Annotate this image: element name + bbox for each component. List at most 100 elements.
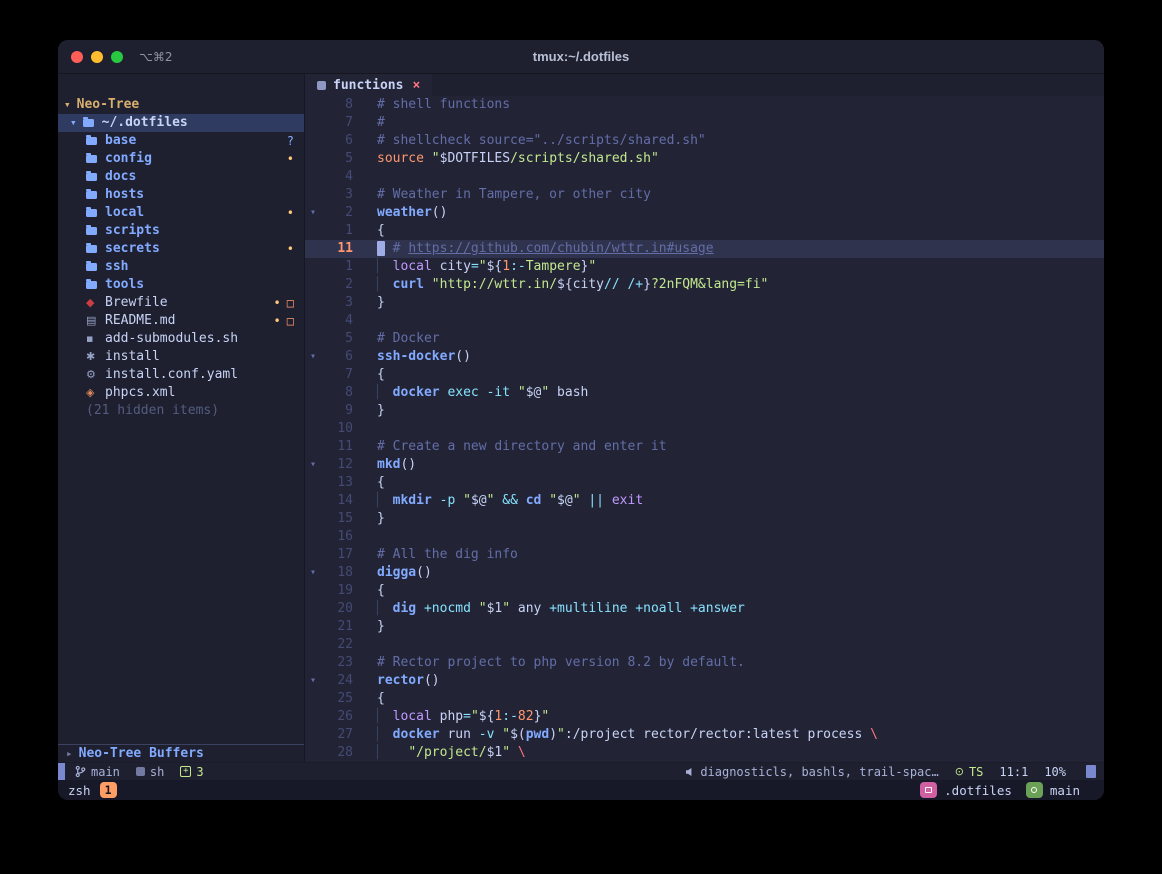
treesitter-label: TS bbox=[969, 765, 983, 779]
tree-item[interactable]: ◈phpcs.xml bbox=[58, 384, 304, 402]
code-line[interactable]: 19{ bbox=[305, 582, 1104, 600]
code-line[interactable]: 3} bbox=[305, 294, 1104, 312]
code-line[interactable]: 15} bbox=[305, 510, 1104, 528]
tree-item[interactable]: scripts bbox=[58, 222, 304, 240]
tree-item[interactable]: ◆Brewfile•□ bbox=[58, 294, 304, 312]
fold-column bbox=[305, 240, 321, 258]
code-text: { bbox=[353, 582, 385, 600]
code-text: # Weather in Tampere, or other city bbox=[353, 186, 651, 204]
line-number: 28 bbox=[321, 744, 353, 762]
tree-item[interactable]: config• bbox=[58, 150, 304, 168]
tree-item[interactable]: base? bbox=[58, 132, 304, 150]
code-text: ▏ curl "http://wttr.in/${city// /+}?2nFQ… bbox=[353, 276, 768, 294]
code-line[interactable]: 14▏ mkdir -p "$@" && cd "$@" || exit bbox=[305, 492, 1104, 510]
tree-item-label: README.md bbox=[105, 312, 175, 330]
tree-item[interactable]: local• bbox=[58, 204, 304, 222]
code-line[interactable]: 13{ bbox=[305, 474, 1104, 492]
fold-arrow-icon[interactable]: ▾ bbox=[305, 672, 321, 690]
fold-column bbox=[305, 690, 321, 708]
brewfile-icon: ◆ bbox=[86, 294, 102, 312]
tabline: functions × bbox=[305, 74, 1104, 96]
tmux-window-index-badge[interactable]: 1 bbox=[100, 782, 117, 798]
tree-item[interactable]: hosts bbox=[58, 186, 304, 204]
fold-arrow-icon[interactable]: ▾ bbox=[305, 564, 321, 582]
code-line[interactable]: 27▏ docker run -v "$(pwd)":/project rect… bbox=[305, 726, 1104, 744]
tree-item[interactable]: tools bbox=[58, 276, 304, 294]
code-line[interactable]: 2▏ curl "http://wttr.in/${city// /+}?2nF… bbox=[305, 276, 1104, 294]
tree-item[interactable]: docs bbox=[58, 168, 304, 186]
code-line[interactable]: 20▏ dig +nocmd "$1" any +multiline +noal… bbox=[305, 600, 1104, 618]
folder-icon bbox=[86, 263, 102, 271]
tree-item-label: ssh bbox=[105, 258, 128, 276]
neotree-header[interactable]: ▾ Neo-Tree bbox=[58, 96, 304, 114]
window-title: tmux:~/.dotfiles bbox=[58, 49, 1104, 64]
open-folder-icon bbox=[83, 119, 99, 127]
code-line[interactable]: ▾6ssh-docker() bbox=[305, 348, 1104, 366]
fold-arrow-icon[interactable]: ▾ bbox=[305, 456, 321, 474]
code-line[interactable]: 17# All the dig info bbox=[305, 546, 1104, 564]
code-line[interactable]: 1{ bbox=[305, 222, 1104, 240]
code-line[interactable]: ▾2weather() bbox=[305, 204, 1104, 222]
code-text: # Rector project to php version 8.2 by d… bbox=[353, 654, 745, 672]
folder-icon bbox=[86, 173, 102, 181]
code-line[interactable]: 3# Weather in Tampere, or other city bbox=[305, 186, 1104, 204]
code-line-current[interactable]: 11 # https://github.com/chubin/wttr.in#u… bbox=[305, 240, 1104, 258]
code-text: ▏ "/project/$1" \ bbox=[353, 744, 526, 762]
announce-icon bbox=[685, 767, 695, 777]
code-line[interactable]: ▾24rector() bbox=[305, 672, 1104, 690]
code-line[interactable]: 4 bbox=[305, 168, 1104, 186]
code-line[interactable]: 1▏ local city="${1:-Tampere}" bbox=[305, 258, 1104, 276]
line-number: 10 bbox=[321, 420, 353, 438]
tree-item[interactable]: ⚙install.conf.yaml bbox=[58, 366, 304, 384]
neotree-root-item[interactable]: ▾ ~/.dotfiles bbox=[58, 114, 304, 132]
code-line[interactable]: ▾18digga() bbox=[305, 564, 1104, 582]
code-line[interactable]: 11# Create a new directory and enter it bbox=[305, 438, 1104, 456]
code-text bbox=[353, 636, 377, 654]
window-icon bbox=[925, 787, 932, 793]
fold-column bbox=[305, 582, 321, 600]
git-status-badge: • bbox=[287, 150, 294, 168]
tree-item[interactable]: ssh bbox=[58, 258, 304, 276]
neotree-buffers-header[interactable]: ▸ Neo-Tree Buffers bbox=[58, 744, 304, 762]
git-status-badges: • bbox=[287, 150, 294, 168]
code-line[interactable]: 25{ bbox=[305, 690, 1104, 708]
code-area[interactable]: 8# shell functions7#6# shellcheck source… bbox=[305, 96, 1104, 762]
close-window-button[interactable] bbox=[71, 51, 83, 63]
code-line[interactable]: 6# shellcheck source="../scripts/shared.… bbox=[305, 132, 1104, 150]
zoom-window-button[interactable] bbox=[111, 51, 123, 63]
tree-item-label: docs bbox=[105, 168, 136, 186]
line-number: 7 bbox=[321, 366, 353, 384]
code-line[interactable]: 28▏ "/project/$1" \ bbox=[305, 744, 1104, 762]
tree-item[interactable]: ▤README.md•□ bbox=[58, 312, 304, 330]
fold-arrow-icon[interactable]: ▾ bbox=[305, 348, 321, 366]
code-line[interactable]: 26▏ local php="${1:-82}" bbox=[305, 708, 1104, 726]
tab-close-icon[interactable]: × bbox=[412, 78, 420, 93]
tree-item[interactable]: ✱install bbox=[58, 348, 304, 366]
code-line[interactable]: 22 bbox=[305, 636, 1104, 654]
code-line[interactable]: 9} bbox=[305, 402, 1104, 420]
root-folder-label: ~/.dotfiles bbox=[102, 114, 188, 132]
tree-item[interactable]: secrets• bbox=[58, 240, 304, 258]
code-text: ▏ mkdir -p "$@" && cd "$@" || exit bbox=[353, 492, 643, 510]
line-number: 21 bbox=[321, 618, 353, 636]
code-line[interactable]: 7{ bbox=[305, 366, 1104, 384]
tab-functions[interactable]: functions × bbox=[305, 74, 432, 96]
code-line[interactable]: 8▏ docker exec -it "$@" bash bbox=[305, 384, 1104, 402]
code-line[interactable]: 5source "$DOTFILES/scripts/shared.sh" bbox=[305, 150, 1104, 168]
code-line[interactable]: 5# Docker bbox=[305, 330, 1104, 348]
code-line[interactable]: 8# shell functions bbox=[305, 96, 1104, 114]
code-line[interactable]: 4 bbox=[305, 312, 1104, 330]
statusline-right: diagnosticls, bashls, trail-spac… ⊙ TS 1… bbox=[685, 765, 1104, 779]
code-line[interactable]: 7# bbox=[305, 114, 1104, 132]
code-line[interactable]: ▾12mkd() bbox=[305, 456, 1104, 474]
code-line[interactable]: 21} bbox=[305, 618, 1104, 636]
fold-arrow-icon[interactable]: ▾ bbox=[305, 204, 321, 222]
minimize-window-button[interactable] bbox=[91, 51, 103, 63]
tree-item[interactable]: ▪add-submodules.sh bbox=[58, 330, 304, 348]
code-line[interactable]: 16 bbox=[305, 528, 1104, 546]
code-line[interactable]: 23# Rector project to php version 8.2 by… bbox=[305, 654, 1104, 672]
tree-item-label: tools bbox=[105, 276, 144, 294]
code-line[interactable]: 10 bbox=[305, 420, 1104, 438]
fold-column bbox=[305, 258, 321, 276]
titlebar: ⌥⌘2 tmux:~/.dotfiles bbox=[58, 40, 1104, 74]
